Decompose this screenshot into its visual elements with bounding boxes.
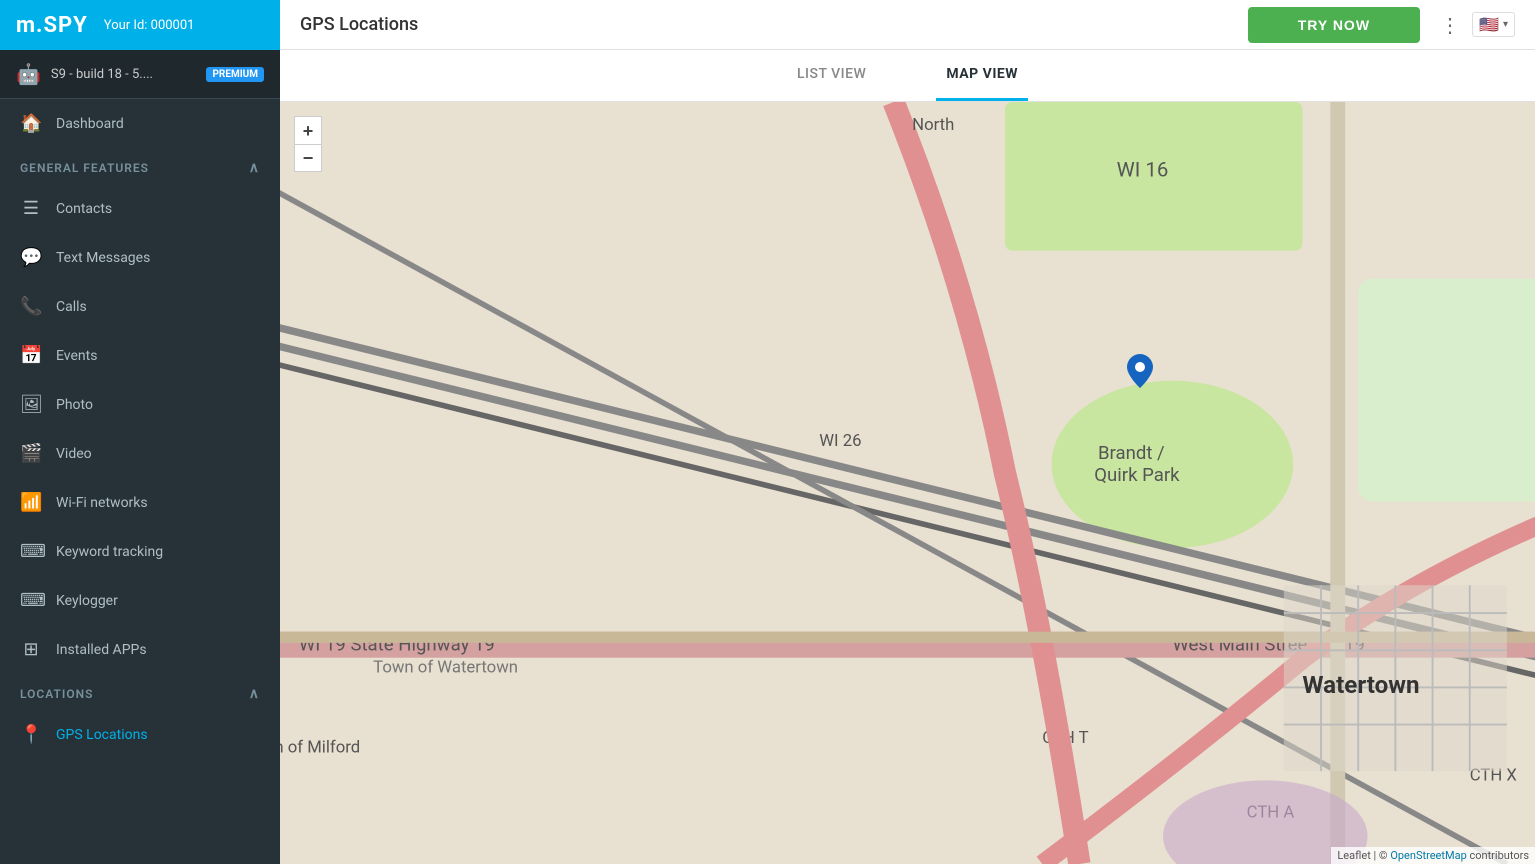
language-selector[interactable]: 🇺🇸 ▾ <box>1472 12 1515 37</box>
sidebar-item-label: Calls <box>56 299 87 315</box>
content-area: LIST VIEW MAP VIEW WI 16 Brandt / Quirk … <box>280 50 1535 864</box>
sidebar-item-contacts[interactable]: ☰ Contacts <box>0 184 280 233</box>
device-icon: 🤖 <box>16 62 41 86</box>
map-marker <box>1127 354 1153 392</box>
svg-text:Town of Watertown: Town of Watertown <box>373 658 518 678</box>
svg-text:Brandt /: Brandt / <box>1098 442 1165 464</box>
flag-icon: 🇺🇸 <box>1479 15 1499 34</box>
map-attribution: Leaflet | © OpenStreetMap contributors <box>1331 847 1535 864</box>
apps-icon: ⊞ <box>20 639 42 660</box>
map-view[interactable]: WI 16 Brandt / Quirk Park WI 19 State Hi… <box>280 102 1535 864</box>
header-icons: ⋮ 🇺🇸 ▾ <box>1440 12 1515 37</box>
sidebar-item-label: Contacts <box>56 201 112 217</box>
svg-text:Town of Milford: Town of Milford <box>280 737 360 757</box>
tab-map-view[interactable]: MAP VIEW <box>936 50 1028 101</box>
section-title: GENERAL FEATURES <box>20 161 149 175</box>
device-name: S9 - build 18 - 5.... <box>51 67 207 82</box>
svg-text:Quirk Park: Quirk Park <box>1094 464 1180 486</box>
map-container: WI 16 Brandt / Quirk Park WI 19 State Hi… <box>280 102 1535 864</box>
keylogger-icon: ⌨ <box>20 590 42 611</box>
logo-area: m.SPY Your Id: 000001 <box>0 0 280 50</box>
sidebar-item-video[interactable]: 🎬 Video <box>0 429 280 478</box>
sidebar-item-label: Events <box>56 348 97 364</box>
sidebar-item-calls[interactable]: 📞 Calls <box>0 282 280 331</box>
sidebar-item-photo[interactable]: 🖼 Photo <box>0 380 280 429</box>
tabs-bar: LIST VIEW MAP VIEW <box>280 50 1535 102</box>
sidebar-item-label: Photo <box>56 397 93 413</box>
sidebar-item-wifi[interactable]: 📶 Wi-Fi networks <box>0 478 280 527</box>
header-right: GPS Locations TRY NOW ⋮ 🇺🇸 ▾ <box>280 0 1535 50</box>
device-bar[interactable]: 🤖 S9 - build 18 - 5.... PREMIUM <box>0 50 280 99</box>
sidebar-item-label: Keylogger <box>56 593 118 609</box>
sidebar-item-events[interactable]: 📅 Events <box>0 331 280 380</box>
svg-text:WI 16: WI 16 <box>1117 157 1169 181</box>
map-controls: + − <box>294 116 322 172</box>
text-messages-icon: 💬 <box>20 247 42 268</box>
general-features-section-header: GENERAL FEATURES ∧ <box>0 148 280 184</box>
video-icon: 🎬 <box>20 443 42 464</box>
locations-section-header: LOCATIONS ∧ <box>0 674 280 710</box>
zoom-in-button[interactable]: + <box>294 116 322 144</box>
sidebar-item-label: Wi-Fi networks <box>56 495 148 511</box>
svg-text:Watertown: Watertown <box>1302 671 1419 699</box>
top-header: m.SPY Your Id: 000001 GPS Locations TRY … <box>0 0 1535 50</box>
svg-text:WI 26: WI 26 <box>819 431 861 451</box>
sidebar-item-label: GPS Locations <box>56 727 148 743</box>
sidebar-item-label: Dashboard <box>56 116 124 132</box>
sidebar-item-label: Text Messages <box>56 250 150 266</box>
sidebar-item-label: Video <box>56 446 92 462</box>
gps-icon: 📍 <box>20 724 42 745</box>
zoom-out-button[interactable]: − <box>294 144 322 172</box>
events-icon: 📅 <box>20 345 42 366</box>
svg-text:North: North <box>912 115 954 135</box>
sidebar-item-installed-apps[interactable]: ⊞ Installed APPs <box>0 625 280 674</box>
tab-list-view[interactable]: LIST VIEW <box>787 50 876 101</box>
sidebar-item-keyword-tracking[interactable]: ⌨ Keyword tracking <box>0 527 280 576</box>
sidebar-item-gps-locations[interactable]: 📍 GPS Locations <box>0 710 280 759</box>
sidebar-item-keylogger[interactable]: ⌨ Keylogger <box>0 576 280 625</box>
try-now-button[interactable]: TRY NOW <box>1248 7 1420 43</box>
main-layout: 🤖 S9 - build 18 - 5.... PREMIUM 🏠 Dashbo… <box>0 50 1535 864</box>
user-id: Your Id: 000001 <box>104 18 195 33</box>
more-options-icon[interactable]: ⋮ <box>1440 13 1460 37</box>
home-icon: 🏠 <box>20 113 42 134</box>
wifi-icon: 📶 <box>20 492 42 513</box>
contacts-icon: ☰ <box>20 198 42 219</box>
premium-badge: PREMIUM <box>206 67 264 82</box>
sidebar: 🤖 S9 - build 18 - 5.... PREMIUM 🏠 Dashbo… <box>0 50 280 864</box>
section-title: LOCATIONS <box>20 687 93 701</box>
logo: m.SPY <box>16 13 88 38</box>
chevron-up-icon[interactable]: ∧ <box>249 160 260 176</box>
sidebar-item-text-messages[interactable]: 💬 Text Messages <box>0 233 280 282</box>
osm-link[interactable]: OpenStreetMap <box>1390 849 1466 862</box>
page-title: GPS Locations <box>300 14 1248 35</box>
leaflet-text: Leaflet | © <box>1337 849 1390 862</box>
contributors-text: contributors <box>1467 849 1529 862</box>
sidebar-item-dashboard[interactable]: 🏠 Dashboard <box>0 99 280 148</box>
photo-icon: 🖼 <box>20 394 42 415</box>
chevron-up-icon[interactable]: ∧ <box>249 686 260 702</box>
chevron-down-icon: ▾ <box>1503 19 1508 30</box>
calls-icon: 📞 <box>20 296 42 317</box>
keyword-icon: ⌨ <box>20 541 42 562</box>
sidebar-item-label: Keyword tracking <box>56 544 163 560</box>
sidebar-item-label: Installed APPs <box>56 642 147 658</box>
